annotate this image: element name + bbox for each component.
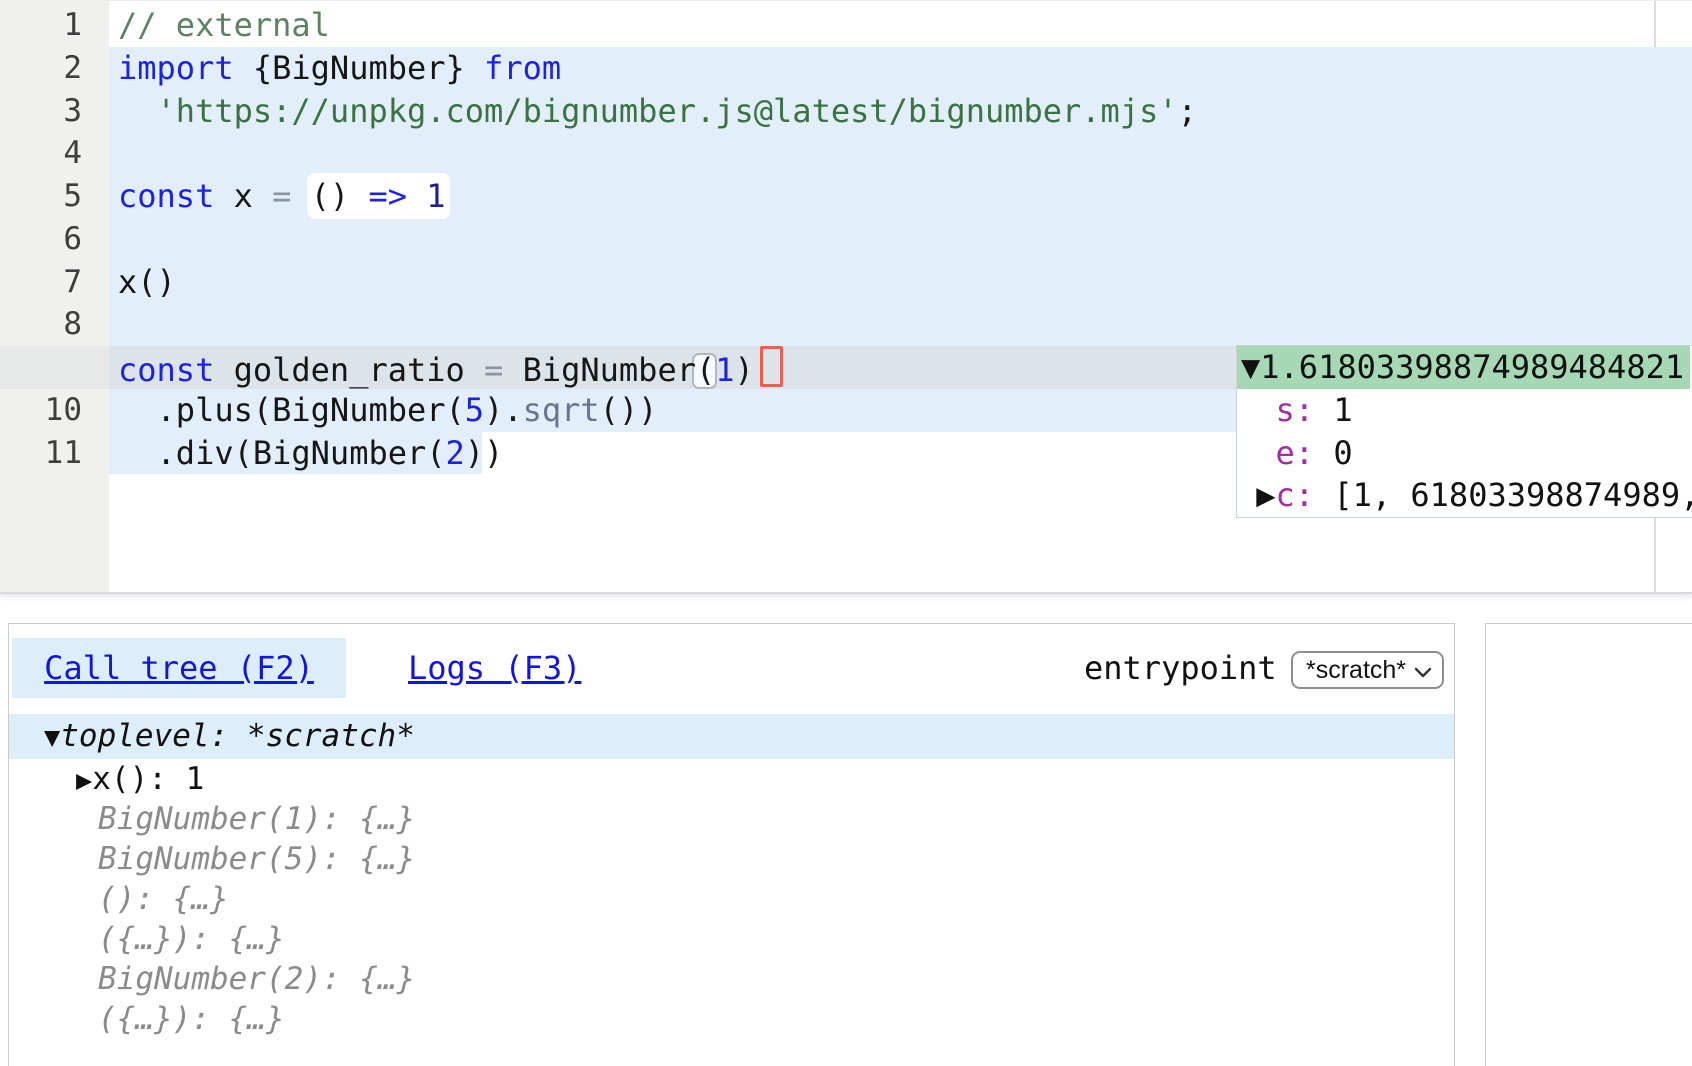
property-value: [1, 61803398874989, [1333, 476, 1692, 514]
property-value: 1 [1333, 391, 1352, 429]
call-tree-label: BigNumber(5): {…} [98, 841, 415, 877]
number-token: 1 [715, 351, 734, 389]
tab-logs[interactable]: Logs (F3) [408, 638, 581, 698]
code-line[interactable] [109, 132, 1692, 175]
call-tree-label: toplevel: *scratch* [60, 718, 415, 754]
call-tree-row-call[interactable]: (): {…} [9, 879, 1454, 919]
property-key: s: [1237, 391, 1333, 429]
code-token [118, 92, 157, 130]
keyword-token: import [118, 49, 234, 87]
inspector-property-row[interactable]: e: 0 [1237, 432, 1692, 475]
inspector-property-row[interactable]: s: 1 [1237, 389, 1692, 432]
string-token: 'https://unpkg.com/bignumber.js@latest/b… [157, 92, 1178, 130]
keyword-token: from [484, 49, 561, 87]
code-line[interactable]: const x = () => 1 [109, 175, 1692, 218]
inspector-property-row[interactable]: ▶c: [1, 61803398874989, [1237, 474, 1692, 517]
code-token: ). [484, 391, 523, 429]
operator-token: = [484, 351, 503, 389]
call-tree-row-call[interactable]: ({…}): {…} [9, 919, 1454, 959]
code-token: )) [465, 434, 504, 472]
call-tree-label: ({…}): {…} [98, 921, 285, 957]
property-key: e: [1237, 434, 1333, 472]
evaluated-expression-highlight: () => 1 [311, 177, 446, 215]
detail-panel [1485, 623, 1692, 1066]
keyword-token: const [118, 351, 214, 389]
inspector-value-row[interactable]: ▼1.61803398874989484821 [1237, 346, 1692, 389]
call-tree-row-call[interactable]: BigNumber(1): {…} [9, 799, 1454, 839]
call-tree-panel: Call tree (F2) Logs (F3) entrypoint *scr… [8, 623, 1455, 1066]
operator-token: = [272, 177, 291, 215]
call-tree-row-call[interactable]: BigNumber(2): {…} [9, 959, 1454, 999]
tab-call-tree[interactable]: Call tree (F2) [12, 638, 346, 698]
expand-icon[interactable]: ▶ [1237, 476, 1276, 514]
code-token: () [311, 177, 369, 215]
comment-token: // external [118, 6, 330, 44]
logs-tab-link[interactable]: Logs (F3) [408, 649, 581, 687]
code-line[interactable]: // external [109, 4, 1692, 47]
number-token: 5 [465, 391, 484, 429]
expand-icon[interactable]: ▶ [76, 765, 92, 796]
code-token [291, 177, 310, 215]
code-token: BigNumber [503, 351, 696, 389]
property-value: 0 [1333, 434, 1352, 472]
code-token: .plus(BigNumber( [118, 391, 465, 429]
number-token: 2 [446, 434, 465, 472]
code-line[interactable]: 'https://unpkg.com/bignumber.js@latest/b… [109, 90, 1692, 133]
code-token: golden_ratio [214, 351, 484, 389]
leporello-app: 1 2 3 4 5 6 7 8 9 10 11 // external impo… [0, 0, 1692, 1066]
call-tree-label: BigNumber(1): {…} [98, 801, 415, 837]
call-tree-label: ({…}): {…} [98, 1001, 285, 1037]
keyword-token: const [118, 177, 214, 215]
code-line[interactable]: import {BigNumber} from [109, 47, 1692, 90]
chevron-down-icon [1414, 664, 1432, 683]
matched-bracket-highlight: ( [696, 351, 715, 389]
code-token: x [214, 177, 272, 215]
property-token: sqrt [523, 391, 600, 429]
code-line[interactable]: x() [109, 261, 1692, 304]
code-token: x() [118, 263, 176, 301]
call-tree-row-call[interactable]: ▶x(): 1 [9, 759, 1454, 799]
call-tree-label: x(): 1 [92, 761, 204, 797]
result-value: 1.61803398874989484821 [1260, 348, 1684, 386]
call-tree-row-call[interactable]: BigNumber(5): {…} [9, 839, 1454, 879]
arrow-token: => [368, 177, 407, 215]
number-token: 1 [426, 177, 445, 215]
value-inspector-popup: ▼1.61803398874989484821 s: 1 e: 0 ▶c: [1… [1236, 345, 1692, 518]
code-line[interactable] [109, 218, 1692, 261]
collapse-icon[interactable]: ▼ [1241, 348, 1260, 386]
entrypoint-selected-value: *scratch* [1306, 653, 1406, 687]
collapse-icon[interactable]: ▼ [44, 722, 60, 753]
code-token: {BigNumber} [234, 49, 484, 87]
code-token: ) [735, 351, 754, 389]
result-value-highlight: ▼1.61803398874989484821 [1237, 346, 1690, 389]
code-token: ; [1178, 92, 1197, 130]
code-token: .div(BigNumber( [118, 434, 446, 472]
call-tree-label: BigNumber(2): {…} [98, 961, 415, 997]
call-tree-tab-link[interactable]: Call tree (F2) [12, 638, 346, 698]
call-tree-label: (): {…} [98, 881, 229, 917]
property-key: c: [1276, 476, 1334, 514]
entrypoint-select[interactable]: *scratch* [1291, 651, 1444, 689]
call-tree-row-toplevel[interactable]: ▼toplevel: *scratch* [9, 714, 1454, 759]
code-token [407, 177, 426, 215]
entrypoint-label: entrypoint [1084, 638, 1277, 698]
code-line[interactable] [109, 303, 1692, 346]
code-token: ()) [600, 391, 658, 429]
call-tree-row-call[interactable]: ({…}): {…} [9, 999, 1454, 1039]
text-cursor [760, 346, 783, 387]
